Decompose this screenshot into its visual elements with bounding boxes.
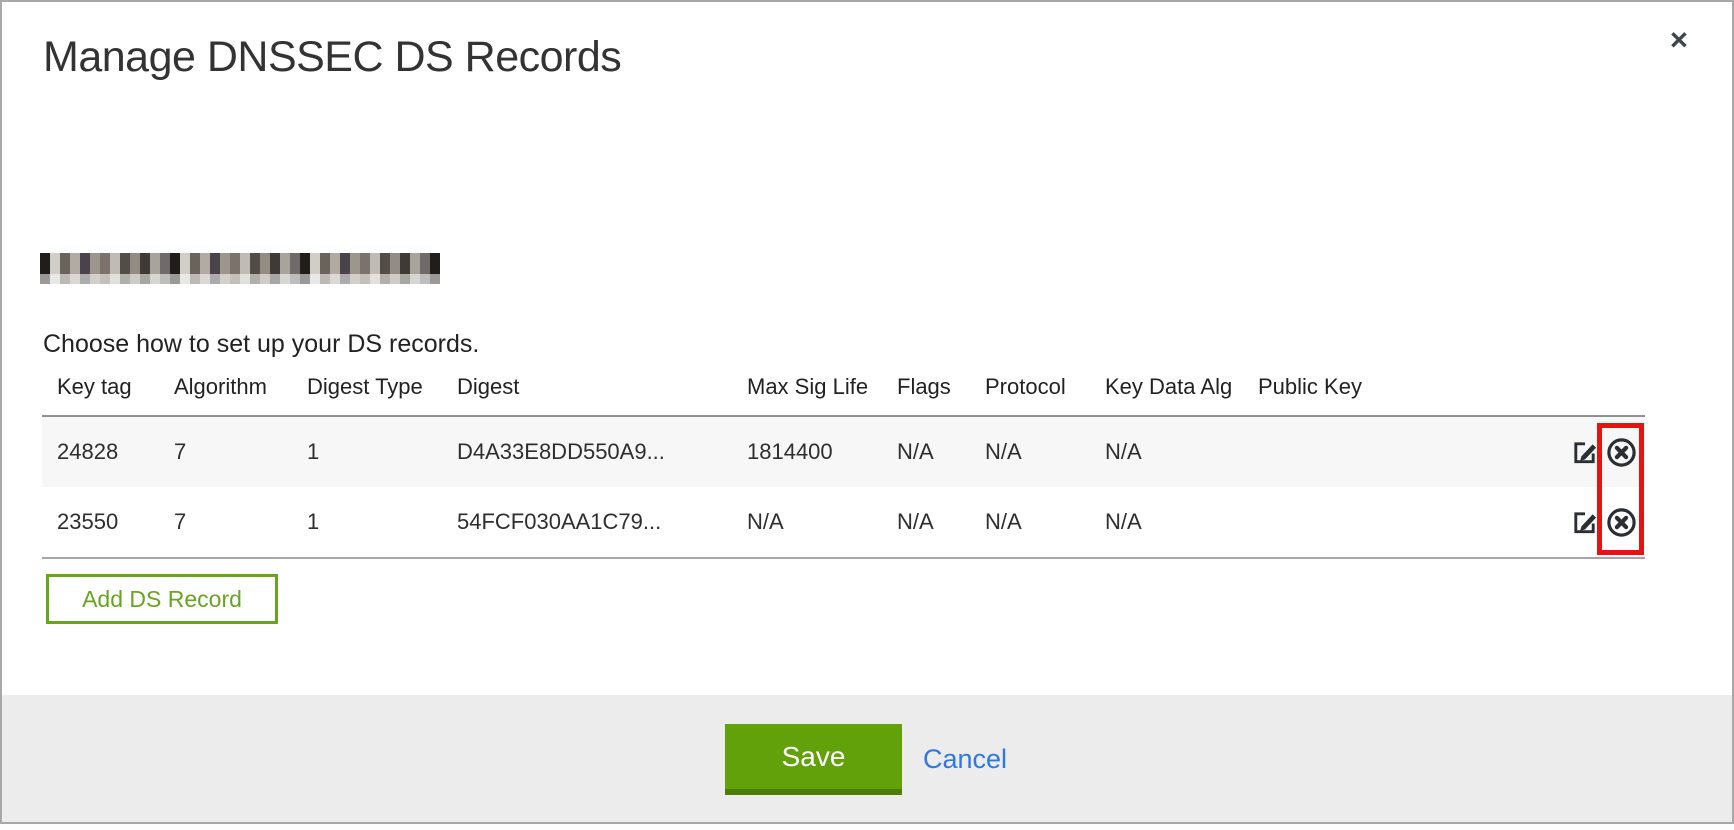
cell-digest-type: 1	[292, 439, 442, 465]
cell-digest: D4A33E8DD550A9...	[442, 439, 732, 465]
cell-digest: 54FCF030AA1C79...	[442, 509, 732, 535]
table-header-row: Key tag Algorithm Digest Type Digest Max…	[42, 374, 1645, 415]
save-button[interactable]: Save	[725, 724, 902, 795]
redacted-domain-name	[40, 253, 440, 284]
column-header-actions	[1549, 374, 1645, 415]
manage-dnssec-dialog: Manage DNSSEC DS Records × Choose how to…	[0, 0, 1734, 824]
cell-max-sig-life: N/A	[732, 509, 882, 535]
instruction-text: Choose how to set up your DS records.	[43, 330, 479, 359]
column-header-flags: Flags	[882, 374, 970, 415]
cell-key-data-alg: N/A	[1090, 439, 1243, 465]
column-header-key-data-alg: Key Data Alg	[1090, 374, 1243, 415]
column-header-protocol: Protocol	[970, 374, 1090, 415]
cell-algorithm: 7	[159, 509, 292, 535]
cell-key-tag: 23550	[42, 509, 159, 535]
cell-protocol: N/A	[970, 439, 1090, 465]
table-row: 24828 7 1 D4A33E8DD550A9... 1814400 N/A …	[42, 417, 1645, 487]
cell-max-sig-life: 1814400	[732, 439, 882, 465]
column-header-algorithm: Algorithm	[159, 374, 292, 415]
row-actions	[1549, 507, 1645, 538]
row-actions	[1549, 437, 1645, 468]
edit-record-icon[interactable]	[1570, 508, 1599, 537]
column-header-digest-type: Digest Type	[292, 374, 442, 415]
add-ds-record-button[interactable]: Add DS Record	[46, 574, 278, 624]
page-background	[0, 824, 1734, 830]
edit-record-icon[interactable]	[1570, 438, 1599, 467]
dialog-footer: Save Cancel	[2, 695, 1732, 822]
delete-record-icon[interactable]	[1606, 437, 1637, 468]
column-header-digest: Digest	[442, 374, 732, 415]
cancel-link[interactable]: Cancel	[923, 724, 1007, 795]
delete-record-icon[interactable]	[1606, 507, 1637, 538]
table-body: 24828 7 1 D4A33E8DD550A9... 1814400 N/A …	[42, 415, 1645, 559]
cell-key-tag: 24828	[42, 439, 159, 465]
cell-flags: N/A	[882, 509, 970, 535]
cell-flags: N/A	[882, 439, 970, 465]
cell-digest-type: 1	[292, 509, 442, 535]
close-icon[interactable]: ×	[1670, 24, 1688, 55]
cell-algorithm: 7	[159, 439, 292, 465]
cell-protocol: N/A	[970, 509, 1090, 535]
column-header-max-sig-life: Max Sig Life	[732, 374, 882, 415]
column-header-public-key: Public Key	[1243, 374, 1549, 415]
page-title: Manage DNSSEC DS Records	[43, 32, 621, 82]
table-row: 23550 7 1 54FCF030AA1C79... N/A N/A N/A …	[42, 487, 1645, 557]
column-header-key-tag: Key tag	[42, 374, 159, 415]
cell-key-data-alg: N/A	[1090, 509, 1243, 535]
ds-records-table: Key tag Algorithm Digest Type Digest Max…	[42, 374, 1645, 559]
